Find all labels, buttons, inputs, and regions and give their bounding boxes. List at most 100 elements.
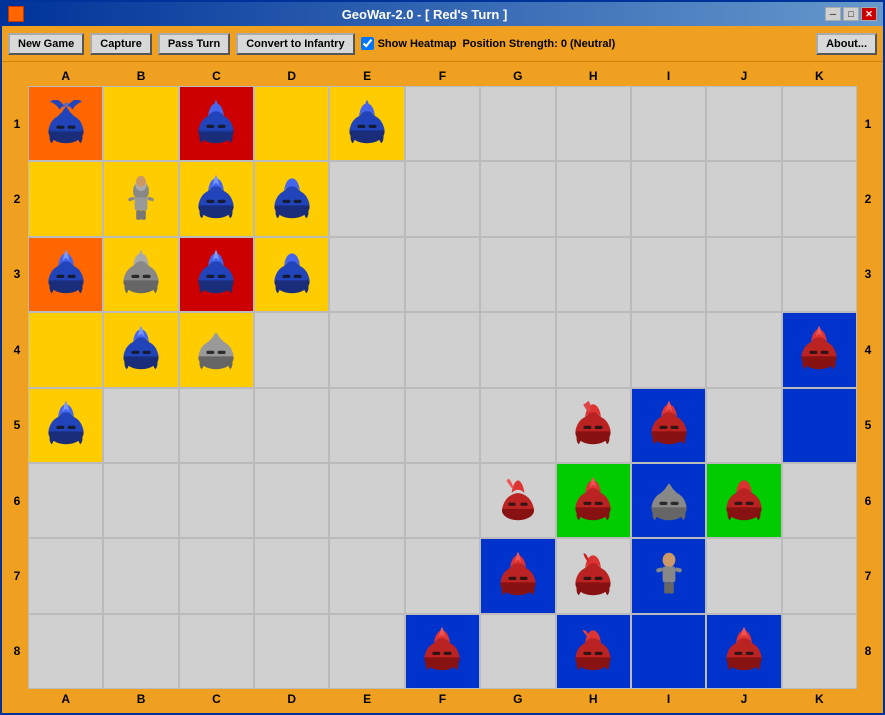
cell-4-f[interactable]	[405, 312, 480, 387]
cell-7-e[interactable]	[329, 538, 404, 613]
cell-2-h[interactable]	[556, 161, 631, 236]
cell-1-i[interactable]	[631, 86, 706, 161]
cell-7-i[interactable]	[631, 538, 706, 613]
cell-8-c[interactable]	[179, 614, 254, 689]
cell-1-e[interactable]	[329, 86, 404, 161]
cell-8-j[interactable]	[706, 614, 781, 689]
cell-4-b[interactable]	[103, 312, 178, 387]
cell-7-j[interactable]	[706, 538, 781, 613]
cell-7-c[interactable]	[179, 538, 254, 613]
cell-6-g[interactable]	[480, 463, 555, 538]
cell-3-i[interactable]	[631, 237, 706, 312]
cell-8-h[interactable]	[556, 614, 631, 689]
cell-6-i[interactable]	[631, 463, 706, 538]
cell-8-b[interactable]	[103, 614, 178, 689]
cell-3-a[interactable]	[28, 237, 103, 312]
cell-4-i[interactable]	[631, 312, 706, 387]
convert-infantry-button[interactable]: Convert to Infantry	[236, 33, 354, 55]
cell-2-j[interactable]	[706, 161, 781, 236]
cell-1-d[interactable]	[254, 86, 329, 161]
cell-8-a[interactable]	[28, 614, 103, 689]
cell-6-d[interactable]	[254, 463, 329, 538]
cell-7-b[interactable]	[103, 538, 178, 613]
cell-5-b[interactable]	[103, 388, 178, 463]
cell-8-e[interactable]	[329, 614, 404, 689]
heatmap-checkbox[interactable]	[361, 37, 374, 50]
cell-2-c[interactable]	[179, 161, 254, 236]
cell-4-c[interactable]	[179, 312, 254, 387]
cell-5-c[interactable]	[179, 388, 254, 463]
close-button[interactable]: ✕	[861, 7, 877, 21]
cell-3-d[interactable]	[254, 237, 329, 312]
cell-1-h[interactable]	[556, 86, 631, 161]
cell-1-b[interactable]	[103, 86, 178, 161]
cell-5-h[interactable]	[556, 388, 631, 463]
cell-5-g[interactable]	[480, 388, 555, 463]
cell-5-f[interactable]	[405, 388, 480, 463]
cell-8-f[interactable]	[405, 614, 480, 689]
cell-7-h[interactable]	[556, 538, 631, 613]
cell-6-b[interactable]	[103, 463, 178, 538]
cell-3-e[interactable]	[329, 237, 404, 312]
cell-3-k[interactable]	[782, 237, 857, 312]
grid-row-8: 8	[6, 614, 879, 689]
cell-4-a[interactable]	[28, 312, 103, 387]
cell-5-k[interactable]	[782, 388, 857, 463]
cell-3-h[interactable]	[556, 237, 631, 312]
cell-2-i[interactable]	[631, 161, 706, 236]
cell-8-g[interactable]	[480, 614, 555, 689]
cell-8-k[interactable]	[782, 614, 857, 689]
cell-6-j[interactable]	[706, 463, 781, 538]
cell-4-d[interactable]	[254, 312, 329, 387]
cell-7-g[interactable]	[480, 538, 555, 613]
cell-1-j[interactable]	[706, 86, 781, 161]
row-label-1: 1	[6, 86, 28, 161]
cell-3-b[interactable]	[103, 237, 178, 312]
cell-7-k[interactable]	[782, 538, 857, 613]
cell-1-f[interactable]	[405, 86, 480, 161]
cell-1-k[interactable]	[782, 86, 857, 161]
cell-6-e[interactable]	[329, 463, 404, 538]
cell-5-a[interactable]	[28, 388, 103, 463]
cell-2-b[interactable]	[103, 161, 178, 236]
cell-2-f[interactable]	[405, 161, 480, 236]
cell-4-e[interactable]	[329, 312, 404, 387]
minimize-button[interactable]: ─	[825, 7, 841, 21]
cell-6-c[interactable]	[179, 463, 254, 538]
cell-2-k[interactable]	[782, 161, 857, 236]
capture-button[interactable]: Capture	[90, 33, 152, 55]
about-button[interactable]: About...	[816, 33, 877, 55]
pass-turn-button[interactable]: Pass Turn	[158, 33, 230, 55]
cell-8-i[interactable]	[631, 614, 706, 689]
cell-7-f[interactable]	[405, 538, 480, 613]
cell-1-g[interactable]	[480, 86, 555, 161]
cell-2-d[interactable]	[254, 161, 329, 236]
cell-5-d[interactable]	[254, 388, 329, 463]
cell-3-f[interactable]	[405, 237, 480, 312]
cell-3-c[interactable]	[179, 237, 254, 312]
new-game-button[interactable]: New Game	[8, 33, 84, 55]
cell-6-h[interactable]	[556, 463, 631, 538]
cell-4-j[interactable]	[706, 312, 781, 387]
cell-3-g[interactable]	[480, 237, 555, 312]
cell-5-j[interactable]	[706, 388, 781, 463]
cell-6-f[interactable]	[405, 463, 480, 538]
cell-5-i[interactable]	[631, 388, 706, 463]
cell-2-g[interactable]	[480, 161, 555, 236]
cell-4-k[interactable]	[782, 312, 857, 387]
row-label-3: 3	[6, 237, 28, 312]
cell-5-e[interactable]	[329, 388, 404, 463]
cell-7-d[interactable]	[254, 538, 329, 613]
cell-6-k[interactable]	[782, 463, 857, 538]
cell-2-e[interactable]	[329, 161, 404, 236]
cell-4-h[interactable]	[556, 312, 631, 387]
maximize-button[interactable]: □	[843, 7, 859, 21]
cell-1-a[interactable]	[28, 86, 103, 161]
cell-6-a[interactable]	[28, 463, 103, 538]
cell-2-a[interactable]	[28, 161, 103, 236]
cell-3-j[interactable]	[706, 237, 781, 312]
cell-4-g[interactable]	[480, 312, 555, 387]
cell-8-d[interactable]	[254, 614, 329, 689]
cell-1-c[interactable]	[179, 86, 254, 161]
cell-7-a[interactable]	[28, 538, 103, 613]
